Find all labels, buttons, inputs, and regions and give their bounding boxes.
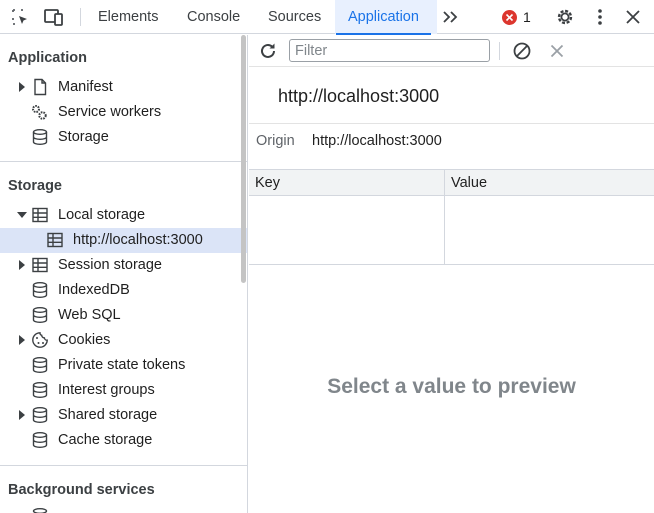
sidebar-item-interest-groups[interactable]: Interest groups xyxy=(0,378,247,403)
collapse-arrow-icon[interactable] xyxy=(17,210,27,220)
clear-all-icon[interactable] xyxy=(512,41,532,61)
sidebar-item-indexeddb[interactable]: IndexedDB xyxy=(0,278,247,303)
sidebar-scrollbar[interactable] xyxy=(241,35,246,283)
storage-origin-heading: http://localhost:3000 xyxy=(278,86,440,106)
section-title-application: Application xyxy=(8,50,87,66)
delete-selected-icon[interactable] xyxy=(550,44,564,58)
origin-value: http://localhost:3000 xyxy=(312,133,442,149)
sidebar-item-session-storage[interactable]: Session storage xyxy=(0,253,247,278)
more-options-icon[interactable] xyxy=(588,5,612,29)
database-icon xyxy=(32,508,48,513)
sidebar-item-service-workers[interactable]: Service workers xyxy=(0,100,247,125)
sidebar-item-label: Cache storage xyxy=(58,432,153,448)
more-tabs-chevron-icon[interactable] xyxy=(438,5,462,29)
empty-preview-message: Select a value to preview xyxy=(327,375,576,398)
close-devtools-icon[interactable] xyxy=(621,5,645,29)
sidebar-item-label: Service workers xyxy=(58,104,162,120)
expand-arrow-icon[interactable] xyxy=(17,260,27,270)
storage-toolbar xyxy=(249,35,654,67)
sidebar-item-manifest[interactable]: Manifest xyxy=(0,75,247,100)
cookie-icon xyxy=(32,332,48,348)
storage-data-grid: Key Value xyxy=(249,169,654,265)
storage-main-pane: http://localhost:3000 Origin http://loca… xyxy=(249,35,654,513)
column-divider[interactable] xyxy=(444,170,445,265)
error-count: 1 xyxy=(523,9,531,25)
database-icon xyxy=(32,307,48,324)
settings-gear-icon[interactable] xyxy=(553,5,577,29)
sidebar-item-label: Storage xyxy=(58,129,109,145)
sidebar-item-label: IndexedDB xyxy=(58,282,130,298)
sidebar-item-label: Private state tokens xyxy=(58,357,186,373)
table-icon xyxy=(32,207,48,223)
gears-icon xyxy=(32,105,47,120)
sidebar-item-label: Cookies xyxy=(58,332,111,348)
database-icon xyxy=(32,357,48,374)
sidebar-item-shared-storage[interactable]: Shared storage xyxy=(0,403,247,428)
database-icon xyxy=(32,432,48,449)
application-sidebar: Application Manifest Service workers Sto… xyxy=(0,35,248,513)
sidebar-item-label: Local storage xyxy=(58,207,146,223)
column-header-key[interactable]: Key xyxy=(255,175,280,191)
document-icon xyxy=(34,78,47,96)
sidebar-item-private-state-tokens[interactable]: Private state tokens xyxy=(0,353,247,378)
origin-row xyxy=(249,123,654,169)
tab-application[interactable]: Application xyxy=(336,0,431,35)
toolbar-divider xyxy=(80,8,81,26)
expand-arrow-icon[interactable] xyxy=(17,82,27,92)
section-title-background-services: Background services xyxy=(8,482,155,498)
devtools-tab-bar: Elements Console Sources Application 1 xyxy=(0,0,654,35)
sidebar-item-web-sql[interactable]: Web SQL xyxy=(0,303,247,328)
section-title-storage: Storage xyxy=(8,178,62,194)
filter-input[interactable] xyxy=(289,39,490,62)
database-icon xyxy=(32,382,48,399)
table-icon xyxy=(32,257,48,273)
sidebar-item-label: Web SQL xyxy=(58,307,121,323)
database-icon xyxy=(32,407,48,424)
tab-elements[interactable]: Elements xyxy=(98,0,158,34)
expand-arrow-icon[interactable] xyxy=(17,335,27,345)
origin-label: Origin xyxy=(256,133,295,149)
table-icon xyxy=(47,232,63,248)
sidebar-item-label: http://localhost:3000 xyxy=(73,232,203,248)
sidebar-item-label: Session storage xyxy=(58,257,162,273)
sidebar-item-local-storage[interactable]: Local storage xyxy=(0,203,247,228)
section-divider xyxy=(0,161,247,162)
device-toolbar-icon[interactable] xyxy=(42,5,66,29)
sidebar-item-label: Shared storage xyxy=(58,407,158,423)
section-divider xyxy=(0,465,247,466)
sidebar-item-label: Interest groups xyxy=(58,382,155,398)
toolbar-divider xyxy=(499,42,500,60)
refresh-icon[interactable] xyxy=(258,41,278,61)
sidebar-item-cookies[interactable]: Cookies xyxy=(0,328,247,353)
error-counter[interactable]: 1 xyxy=(502,9,531,25)
sidebar-item-cache-storage[interactable]: Cache storage xyxy=(0,428,247,453)
tab-sources[interactable]: Sources xyxy=(268,0,321,34)
sidebar-item-storage[interactable]: Storage xyxy=(0,125,247,150)
sidebar-item-localhost-3000[interactable]: http://localhost:3000 xyxy=(0,228,247,253)
inspect-element-icon[interactable] xyxy=(8,5,32,29)
expand-arrow-icon[interactable] xyxy=(17,410,27,420)
column-header-value[interactable]: Value xyxy=(451,175,487,191)
database-icon xyxy=(32,129,48,146)
sidebar-item-label: Manifest xyxy=(58,79,113,95)
tab-console[interactable]: Console xyxy=(187,0,240,34)
error-icon xyxy=(502,9,517,25)
database-icon xyxy=(32,282,48,299)
